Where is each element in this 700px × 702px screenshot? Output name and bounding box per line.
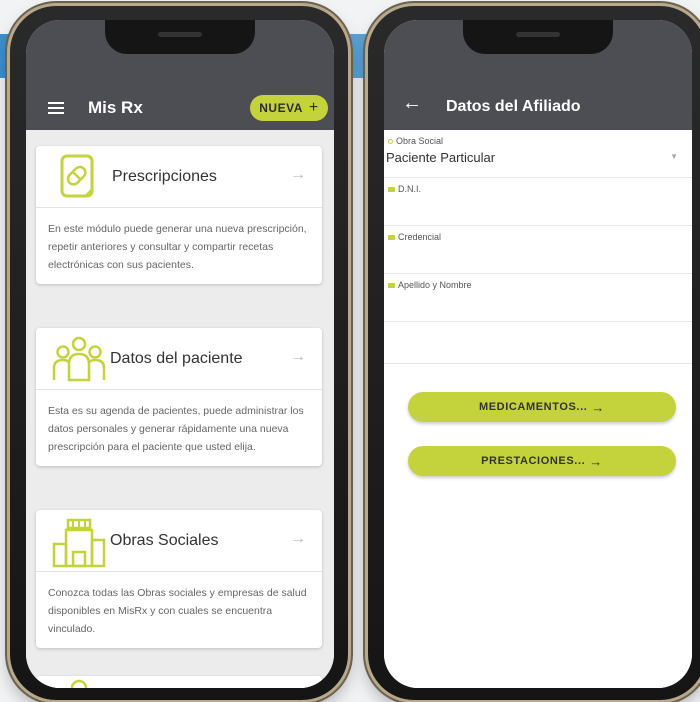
required-dot-icon: [388, 138, 393, 144]
card-prescripciones[interactable]: Prescripciones → En este módulo puede ge…: [36, 146, 322, 284]
phone-screen: Mis Rx NUEVA + Prescripciones → En este …: [26, 20, 334, 688]
phone-notch: [105, 20, 255, 54]
dni-field[interactable]: D.N.I.: [384, 178, 692, 226]
field-label: Apellido y Nombre: [388, 280, 472, 290]
arrow-right-icon[interactable]: →: [290, 166, 306, 184]
medicamentos-label: MEDICAMENTOS...: [478, 401, 588, 413]
new-prescription-button[interactable]: NUEVA +: [250, 95, 328, 121]
phone-frame-left: Mis Rx NUEVA + Prescripciones → En este …: [10, 6, 348, 700]
field-marker-icon: [388, 282, 395, 288]
card-datos-paciente[interactable]: Datos del paciente → Esta es su agenda d…: [36, 328, 322, 466]
arrow-right-icon: →: [591, 399, 606, 415]
field-label: D.N.I.: [388, 184, 421, 194]
plus-icon: +: [308, 99, 319, 116]
card-header: Obras Sociales →: [36, 510, 322, 572]
field-label: Obra Social: [388, 136, 443, 146]
prescription-icon: [60, 154, 94, 198]
field-label: Credencial: [388, 232, 441, 242]
arrow-right-icon: →: [589, 453, 603, 469]
person-icon: [70, 679, 88, 688]
card-description: Conozca todas las Obras sociales y empre…: [48, 587, 307, 635]
arrow-right-icon[interactable]: →: [290, 530, 306, 548]
phone-frame-right: ← Datos del Afiliado Obra Social Pacient…: [368, 6, 700, 700]
phone-notch: [463, 20, 613, 54]
affiliate-form: Obra Social Paciente Particular ▼ D.N.I.…: [384, 130, 692, 688]
card-title: Datos del paciente: [110, 350, 243, 367]
field-marker-icon: [388, 186, 395, 192]
phone-screen: ← Datos del Afiliado Obra Social Pacient…: [384, 20, 692, 688]
medicamentos-button[interactable]: MEDICAMENTOS... →: [408, 392, 676, 422]
obra-social-select[interactable]: Obra Social Paciente Particular ▼: [384, 130, 692, 178]
card-title: Prescripciones: [112, 168, 217, 185]
back-arrow-icon[interactable]: ←: [402, 92, 422, 115]
patients-icon: [52, 336, 106, 382]
prestaciones-button[interactable]: PRESTACIONES... →: [408, 446, 676, 476]
buildings-icon: [52, 518, 106, 568]
dni-label: D.N.I.: [398, 184, 422, 194]
form-divider: [384, 322, 692, 364]
new-button-label: NUEVA: [259, 101, 303, 115]
app-title: Mis Rx: [88, 98, 143, 117]
dropdown-caret-icon[interactable]: ▼: [670, 152, 678, 161]
credencial-label: Credencial: [398, 232, 442, 242]
hamburger-menu-icon[interactable]: [48, 102, 64, 114]
card-description: En este módulo puede generar una nueva p…: [48, 223, 307, 271]
card-header: Prescripciones →: [36, 146, 322, 208]
card-obras-sociales[interactable]: Obras Sociales → Conozca todas las Obras…: [36, 510, 322, 648]
apellido-nombre-label: Apellido y Nombre: [398, 280, 472, 290]
obra-social-value: Paciente Particular: [386, 150, 496, 165]
credencial-field[interactable]: Credencial: [384, 226, 692, 274]
page-title: Datos del Afiliado: [446, 98, 581, 115]
field-marker-icon: [388, 234, 395, 240]
card-title: Obras Sociales: [110, 532, 219, 549]
card-header: Datos del paciente →: [36, 328, 322, 390]
prestaciones-label: PRESTACIONES...: [481, 455, 586, 467]
obra-social-label: Obra Social: [396, 136, 444, 146]
arrow-right-icon[interactable]: →: [290, 348, 306, 366]
card-partial[interactable]: [36, 676, 322, 688]
module-list: Prescripciones → En este módulo puede ge…: [26, 130, 334, 688]
card-description: Esta es su agenda de pacientes, puede ad…: [48, 405, 304, 453]
apellido-nombre-field[interactable]: Apellido y Nombre: [384, 274, 692, 322]
